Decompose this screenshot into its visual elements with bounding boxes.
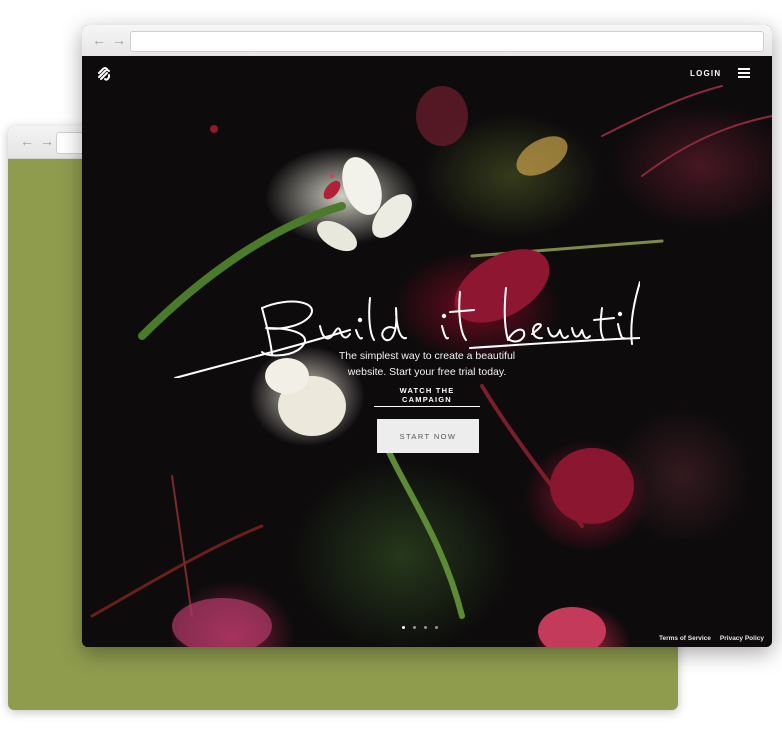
browser-toolbar: ← → [82,25,772,57]
back-arrow-icon[interactable]: ← [20,134,34,148]
start-now-button[interactable]: START NOW [377,419,479,453]
slide-indicator [402,626,438,629]
hero-subtitle: The simplest way to create a beautiful w… [312,348,542,380]
squarespace-logo-icon[interactable] [96,66,112,82]
back-arrow-icon[interactable]: ← [92,33,106,47]
subtitle-line: The simplest way to create a beautiful [338,350,516,362]
subtitle-line: website. Start your free trial today. [347,366,507,378]
privacy-policy-link[interactable]: Privacy Policy [720,635,764,642]
forward-arrow-icon[interactable]: → [112,33,126,47]
hamburger-menu-icon[interactable] [738,68,750,78]
slide-dot[interactable] [435,626,438,629]
footer-links: Terms of Service Privacy Policy [659,635,764,642]
hero-section: LOGIN The simplest way to create a beaut… [82,56,772,647]
login-link[interactable]: LOGIN [690,69,721,78]
forward-arrow-icon[interactable]: → [40,134,54,148]
terms-of-service-link[interactable]: Terms of Service [659,635,711,642]
foreground-browser-window: ← → LOGIN The simplest way to create a b… [82,25,772,647]
slide-dot[interactable] [413,626,416,629]
slide-dot[interactable] [402,626,405,629]
slide-dot[interactable] [424,626,427,629]
address-bar[interactable] [130,31,764,52]
watch-campaign-link[interactable]: WATCH THE CAMPAIGN [374,386,480,407]
